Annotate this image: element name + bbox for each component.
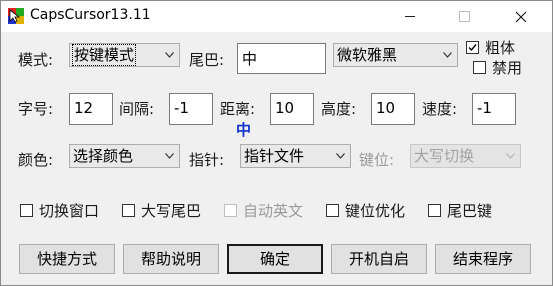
window-title: CapsCursor13.11: [30, 7, 151, 23]
ok-button[interactable]: 确定: [227, 244, 323, 274]
distance-input[interactable]: [271, 94, 317, 122]
autostart-button[interactable]: 开机自启: [331, 244, 427, 274]
checkmark-icon: [468, 44, 477, 52]
font-select-value: 微软雅黑: [337, 46, 398, 64]
key-label: 键位:: [359, 151, 395, 169]
maximize-icon: [459, 11, 470, 22]
caps-tail-checkbox[interactable]: [122, 204, 135, 217]
title-bar[interactable]: CapsCursor13.11: [1, 1, 552, 32]
gap-label: 间隔:: [119, 100, 155, 118]
pointer-select-value: 指针文件: [244, 147, 305, 165]
auto-english-checkbox: [224, 204, 237, 217]
key-select: 大写切换: [410, 144, 521, 168]
chevron-down-icon: [165, 52, 174, 58]
mode-select-value: 按键模式: [71, 44, 137, 66]
distance-field[interactable]: [270, 93, 317, 125]
key-optimize-label: 键位优化: [345, 202, 406, 220]
exit-button[interactable]: 结束程序: [435, 244, 531, 274]
help-button[interactable]: 帮助说明: [123, 244, 219, 274]
close-button[interactable]: [498, 1, 544, 32]
height-field[interactable]: [371, 93, 418, 125]
tail-text-input[interactable]: [238, 44, 329, 72]
maximize-button: [441, 1, 487, 32]
mode-select[interactable]: 按键模式: [69, 43, 180, 67]
key-optimize-checkbox[interactable]: [326, 204, 339, 217]
caps-tail-label: 大写尾巴: [141, 202, 202, 220]
chevron-down-icon: [443, 52, 452, 58]
tail-key-label: 尾巴键: [447, 202, 493, 220]
color-select[interactable]: 选择颜色: [69, 144, 180, 168]
tail-key-checkbox[interactable]: [428, 204, 441, 217]
font-size-field[interactable]: [69, 93, 116, 125]
font-size-label: 字号:: [18, 100, 54, 118]
color-select-value: 选择颜色: [73, 147, 134, 165]
mode-label: 模式:: [18, 51, 54, 69]
switch-window-label: 切换窗口: [39, 202, 100, 220]
font-select[interactable]: 微软雅黑: [333, 43, 458, 67]
tail-label: 尾巴:: [189, 51, 225, 69]
speed-label: 速度:: [422, 100, 458, 118]
tail-text-field[interactable]: [237, 43, 329, 74]
pointer-select[interactable]: 指针文件: [240, 144, 351, 168]
chevron-down-icon: [506, 153, 515, 159]
disable-label: 禁用: [492, 59, 523, 77]
speed-input[interactable]: [473, 94, 519, 122]
gap-field[interactable]: [169, 93, 216, 125]
cursor-tail-preview: 中: [236, 121, 252, 139]
auto-english-label: 自动英文: [243, 202, 304, 220]
key-select-value: 大写切换: [414, 147, 475, 165]
app-icon: [8, 8, 24, 24]
disable-checkbox[interactable]: [473, 61, 486, 74]
font-size-input[interactable]: [70, 94, 116, 122]
chevron-down-icon: [336, 153, 345, 159]
gap-input[interactable]: [170, 94, 216, 122]
height-label: 高度:: [321, 100, 357, 118]
switch-window-checkbox[interactable]: [20, 204, 33, 217]
minimize-icon: [405, 16, 415, 17]
app-window: CapsCursor13.11 模式: 按键模式 尾巴: 微软雅黑 粗体 禁用 …: [0, 0, 553, 286]
bold-label: 粗体: [485, 39, 516, 57]
bold-checkbox[interactable]: [466, 41, 479, 54]
color-label: 颜色:: [18, 151, 54, 169]
pointer-label: 指针:: [189, 151, 225, 169]
speed-field[interactable]: [472, 93, 519, 125]
close-icon: [515, 11, 527, 23]
chevron-down-icon: [165, 153, 174, 159]
minimize-button[interactable]: [387, 1, 433, 32]
shortcut-button[interactable]: 快捷方式: [19, 244, 115, 274]
distance-label: 距离:: [220, 100, 256, 118]
height-input[interactable]: [372, 94, 418, 122]
